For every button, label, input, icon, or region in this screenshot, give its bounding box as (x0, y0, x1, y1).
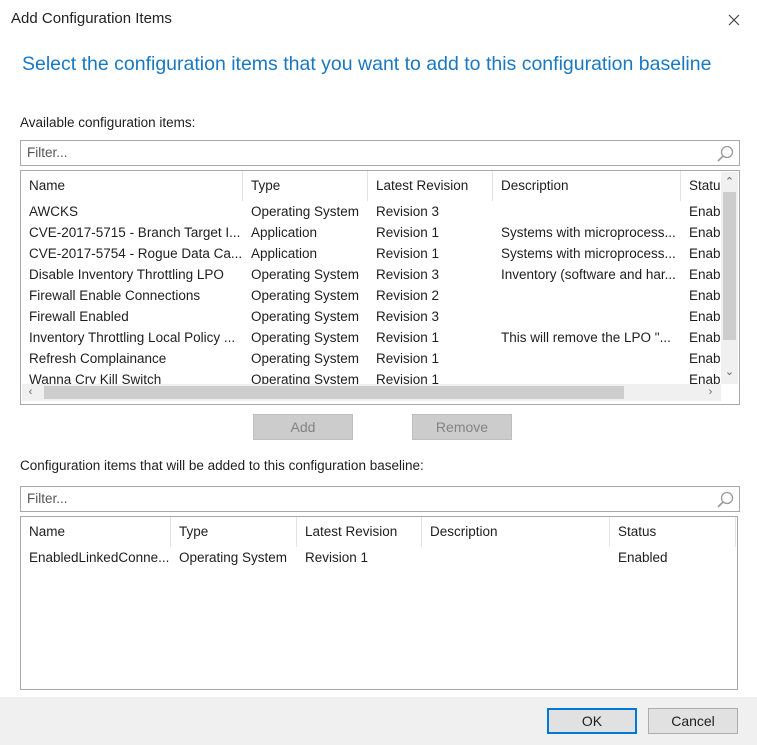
table-cell: Firewall Enabled (29, 309, 129, 324)
table-row[interactable]: EnabledLinkedConne... Operating System Rev… (21, 547, 736, 568)
column-header-status[interactable]: Statu (681, 171, 726, 201)
table-cell: Application (251, 246, 318, 261)
table-cell: Enab (689, 204, 721, 219)
available-filter-input[interactable] (25, 144, 679, 161)
table-cell: Revision 1 (376, 246, 440, 261)
available-grid-header: Name Type Latest Revision Description St… (21, 171, 726, 201)
table-cell: Enabled (618, 550, 668, 565)
selected-items-grid: Name Type Latest Revision Description St… (20, 516, 738, 690)
table-cell: Operating System (251, 330, 360, 345)
table-cell: Enab (689, 309, 721, 324)
table-cell: CVE-2017-5715 - Branch Target I... (29, 225, 241, 240)
table-cell (422, 547, 610, 568)
table-cell: Enab (689, 225, 721, 240)
table-cell: This will remove the LPO "... (501, 330, 671, 345)
available-filter-box[interactable] (20, 140, 740, 166)
table-cell: Refresh Complainance (29, 351, 167, 366)
table-row[interactable]: Firewall Enable Connections Operating Sys… (21, 285, 726, 306)
table-cell: Systems with microprocess... (501, 246, 676, 261)
table-cell: Application (251, 225, 318, 240)
table-cell: Revision 2 (376, 288, 440, 303)
page-heading: Select the configuration items that you … (22, 53, 712, 75)
table-cell: Systems with microprocess... (501, 225, 676, 240)
table-cell: Enab (689, 351, 721, 366)
selected-filter-input[interactable] (25, 490, 679, 507)
table-cell (493, 306, 681, 327)
table-cell: EnabledLinkedConne... (29, 550, 170, 565)
table-cell (493, 201, 681, 222)
vertical-scroll-thumb[interactable] (723, 192, 736, 340)
selected-items-label: Configuration items that will be added t… (20, 458, 424, 473)
table-cell: Revision 1 (376, 351, 440, 366)
table-cell: Revision 3 (376, 204, 440, 219)
table-cell: Operating System (251, 309, 360, 324)
table-cell: Enab (689, 246, 721, 261)
table-cell: Operating System (251, 267, 360, 282)
search-icon[interactable] (715, 144, 735, 164)
close-button[interactable] (711, 0, 757, 40)
horizontal-scroll-thumb[interactable] (44, 386, 624, 399)
table-cell: Operating System (179, 550, 288, 565)
table-cell: Inventory Throttling Local Policy ... (29, 330, 236, 345)
scroll-down-icon[interactable]: ⌄ (721, 364, 738, 381)
available-items-label: Available configuration items: (20, 115, 196, 130)
table-cell (493, 285, 681, 306)
table-cell: Enab (689, 267, 721, 282)
scroll-up-icon[interactable]: ⌃ (721, 174, 738, 191)
column-header-name[interactable]: Name (21, 517, 171, 547)
table-cell: Revision 1 (305, 550, 369, 565)
dialog-button-bar (0, 697, 757, 745)
table-cell: AWCKS (29, 204, 79, 219)
scroll-right-icon[interactable]: › (702, 384, 719, 401)
table-cell: Operating System (251, 288, 360, 303)
table-cell: Enab (689, 330, 721, 345)
table-row[interactable]: Refresh Complainance Operating System Revi… (21, 348, 726, 369)
window-title: Add Configuration Items (11, 10, 172, 27)
column-header-description[interactable]: Description (422, 517, 610, 547)
table-cell: Enab (689, 288, 721, 303)
table-cell: Operating System (251, 204, 360, 219)
remove-button[interactable]: Remove (412, 414, 512, 440)
table-cell: Revision 1 (376, 225, 440, 240)
column-header-latest-revision[interactable]: Latest Revision (297, 517, 422, 547)
column-header-type[interactable]: Type (243, 171, 368, 201)
available-vertical-scrollbar[interactable]: ⌃ ⌄ (721, 172, 738, 384)
table-cell: Firewall Enable Connections (29, 288, 201, 303)
table-cell: Revision 3 (376, 309, 440, 324)
search-icon[interactable] (715, 490, 735, 510)
table-cell: Revision 3 (376, 267, 440, 282)
selected-filter-box[interactable] (20, 486, 740, 512)
table-row[interactable]: CVE-2017-5754 - Rogue Data Ca... Applicat… (21, 243, 726, 264)
table-row[interactable]: Disable Inventory Throttling LPO Operatin… (21, 264, 726, 285)
column-header-description[interactable]: Description (493, 171, 681, 201)
column-header-status[interactable]: Status (610, 517, 736, 547)
table-row[interactable]: Inventory Throttling Local Policy ... Ope… (21, 327, 726, 348)
ok-button[interactable]: OK (547, 708, 637, 734)
available-horizontal-scrollbar[interactable]: ‹ › (22, 384, 721, 401)
table-cell: Operating System (251, 351, 360, 366)
table-cell: Inventory (software and har... (501, 267, 676, 282)
column-header-name[interactable]: Name (21, 171, 243, 201)
column-header-latest-revision[interactable]: Latest Revision (368, 171, 493, 201)
table-row[interactable]: AWCKS Operating System Revision 3 Enab (21, 201, 726, 222)
column-header-type[interactable]: Type (171, 517, 297, 547)
table-row[interactable]: Firewall Enabled Operating System Revision… (21, 306, 726, 327)
add-configuration-items-dialog: Add Configuration Items Select the confi… (0, 0, 757, 745)
available-items-grid: Name Type Latest Revision Description St… (20, 170, 740, 405)
table-cell: CVE-2017-5754 - Rogue Data Ca... (29, 246, 243, 261)
table-cell (493, 348, 681, 369)
title-bar: Add Configuration Items (0, 0, 757, 40)
selected-grid-header: Name Type Latest Revision Description St… (21, 517, 736, 547)
table-cell: Revision 1 (376, 330, 440, 345)
close-icon (728, 14, 740, 26)
cancel-button[interactable]: Cancel (648, 708, 738, 734)
add-button[interactable]: Add (253, 414, 353, 440)
scroll-left-icon[interactable]: ‹ (22, 384, 39, 401)
table-row[interactable]: CVE-2017-5715 - Branch Target I... Applic… (21, 222, 726, 243)
table-cell: Disable Inventory Throttling LPO (29, 267, 224, 282)
